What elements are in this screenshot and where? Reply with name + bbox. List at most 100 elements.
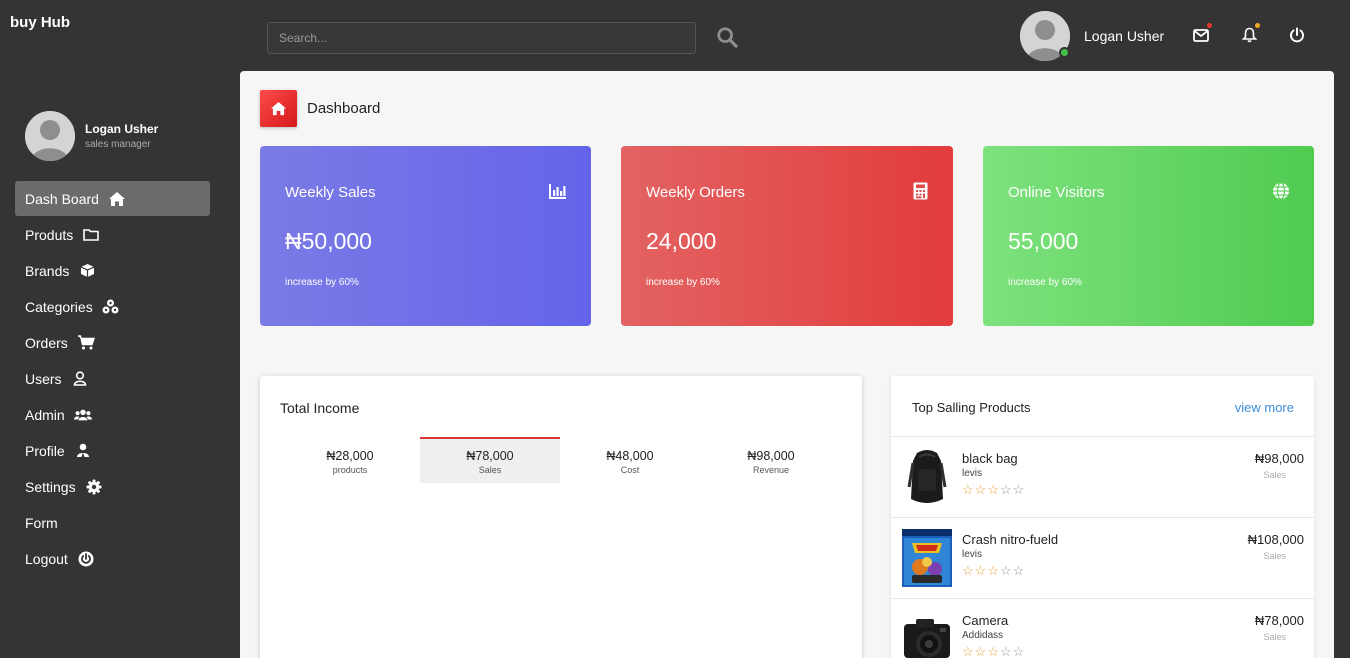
weekly-orders-card[interactable]: Weekly Orders 24,000 increase by 60% [621, 146, 953, 326]
star-empty-icon: ☆ [999, 563, 1013, 578]
sidebar-avatar [25, 111, 75, 161]
star-filled-icon: ☆ [987, 563, 1000, 578]
power-button[interactable] [1286, 24, 1308, 46]
sidebar-item-label: Users [25, 370, 62, 387]
income-tab-value: ₦78,000 [466, 449, 514, 463]
sidebar-item-settings[interactable]: Settings [15, 469, 210, 504]
product-name: Crash nitro-fueld [962, 532, 1059, 547]
sidebar-item-brands[interactable]: Brands [15, 253, 210, 288]
cubes-icon [102, 298, 120, 316]
card-note: increase by 60% [646, 277, 720, 288]
sidebar-item-products[interactable]: Produts [15, 217, 210, 252]
income-tab-label: Revenue [752, 465, 790, 475]
product-name: black bag [962, 451, 1018, 466]
star-empty-icon: ☆ [999, 482, 1013, 497]
sidebar-item-logout[interactable]: Logout [15, 541, 210, 576]
card-value: 55,000 [1008, 228, 1079, 254]
star-filled-icon: ☆ [987, 644, 1000, 658]
game-cover-image [902, 528, 952, 588]
home-badge [260, 90, 297, 127]
sidebar-item-orders[interactable]: Orders [15, 325, 210, 360]
card-title: Weekly Sales [285, 184, 376, 201]
sidebar-item-categories[interactable]: Categories [15, 289, 210, 324]
income-tab-value: ₦48,000 [606, 449, 654, 463]
product-price-label: Sales [1263, 470, 1286, 480]
camera-image [902, 609, 952, 658]
product-price: ₦98,000 [1254, 451, 1304, 466]
income-tab-products[interactable]: ₦28,000 products [280, 437, 420, 483]
backpack-image [902, 447, 952, 507]
bar-chart-icon [547, 180, 569, 202]
star-rating: ☆☆☆☆☆ [962, 482, 1025, 498]
star-rating: ☆☆☆☆☆ [962, 563, 1025, 579]
total-income-panel: Total Income ₦28,000 products ₦78,000 Sa… [260, 376, 862, 658]
income-tab-revenue[interactable]: ₦98,000 Revenue [701, 437, 841, 483]
messages-button[interactable] [1190, 23, 1212, 46]
star-filled-icon: ☆ [962, 644, 975, 658]
product-row[interactable]: black bag levis ☆☆☆☆☆ ₦98,000 Sales [891, 436, 1314, 517]
user-icon [71, 370, 89, 388]
star-filled-icon: ☆ [987, 482, 1000, 497]
globe-icon [1270, 180, 1292, 202]
star-filled-icon: ☆ [974, 482, 988, 497]
online-visitors-card[interactable]: Online Visitors 55,000 increase by 60% [983, 146, 1314, 326]
cube-icon [78, 262, 96, 280]
income-tab-value: ₦98,000 [747, 449, 795, 463]
folder-icon [82, 226, 100, 244]
card-title: Weekly Orders [646, 184, 745, 201]
sidebar-user: Logan Usher sales manager [25, 111, 158, 161]
card-note: increase by 60% [285, 277, 359, 288]
product-brand: levis [962, 549, 983, 560]
weekly-sales-card[interactable]: Weekly Sales ₦50,000 increase by 60% [260, 146, 591, 326]
users-icon [73, 406, 92, 424]
income-tab-label: Cost [620, 465, 640, 475]
star-empty-icon: ☆ [999, 644, 1013, 658]
notifications-button[interactable] [1238, 23, 1260, 46]
star-rating: ☆☆☆☆☆ [962, 644, 1025, 658]
top-user-name: Logan Usher [1084, 28, 1165, 44]
sidebar-item-form[interactable]: Form [15, 505, 210, 540]
page-title: Dashboard [307, 100, 381, 117]
calculator-icon [909, 180, 931, 202]
search-icon [717, 27, 738, 48]
search-input[interactable] [267, 22, 696, 54]
product-brand: Addidass [962, 630, 1004, 641]
star-empty-icon: ☆ [1012, 563, 1026, 578]
star-filled-icon: ☆ [974, 644, 988, 658]
sidebar-nav: Dash Board Produts Brands Categories Ord… [15, 181, 210, 577]
sidebar-item-profile[interactable]: Profile [15, 433, 210, 468]
profile-icon [74, 442, 92, 460]
product-price-label: Sales [1263, 551, 1286, 561]
sidebar-item-label: Produts [25, 226, 74, 243]
income-tab-cost[interactable]: ₦48,000 Cost [560, 437, 700, 483]
star-empty-icon: ☆ [1012, 482, 1026, 497]
sidebar-item-dashboard[interactable]: Dash Board [15, 181, 210, 216]
main-panel: Dashboard Weekly Sales ₦50,000 increase … [240, 71, 1334, 658]
product-price: ₦108,000 [1247, 532, 1304, 547]
income-tab-label: Sales [478, 465, 502, 475]
view-more-link[interactable]: view more [1235, 400, 1294, 415]
sidebar-item-label: Logout [25, 550, 68, 567]
product-brand: levis [962, 468, 983, 479]
star-filled-icon: ☆ [974, 563, 988, 578]
sidebar-item-label: Settings [25, 478, 76, 495]
sidebar-item-users[interactable]: Users [15, 361, 210, 396]
bell-badge-dot [1255, 23, 1260, 28]
search-button[interactable] [714, 24, 740, 50]
card-value: 24,000 [646, 228, 717, 254]
card-value: ₦50,000 [285, 228, 372, 254]
sidebar-item-label: Profile [25, 442, 65, 459]
power-icon [77, 550, 95, 568]
product-row[interactable]: Camera Addidass ☆☆☆☆☆ ₦78,000 Sales [891, 598, 1314, 658]
brand-logo[interactable]: buy Hub [10, 14, 70, 31]
top-user-menu[interactable]: Logan Usher [1020, 11, 1164, 61]
sidebar-item-admin[interactable]: Admin [15, 397, 210, 432]
sidebar-user-role: sales manager [85, 139, 151, 150]
power-icon [1290, 27, 1304, 43]
top-products-title: Top Salling Products [912, 400, 1031, 415]
product-row[interactable]: Crash nitro-fueld levis ☆☆☆☆☆ ₦108,000 S… [891, 517, 1314, 598]
card-note: increase by 60% [1008, 277, 1082, 288]
income-tab-sales[interactable]: ₦78,000 Sales [420, 437, 560, 483]
income-tab-value: ₦28,000 [326, 449, 374, 463]
sidebar-item-label: Brands [25, 262, 70, 279]
